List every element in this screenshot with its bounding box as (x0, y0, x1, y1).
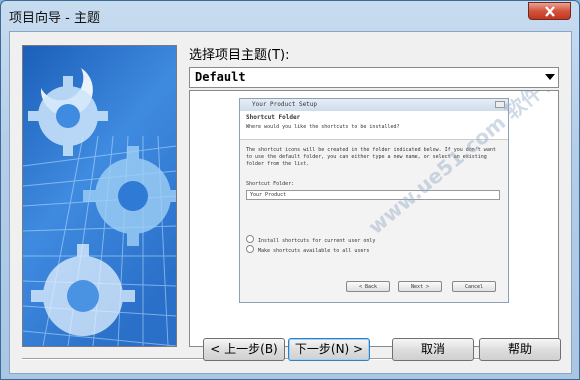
title-bar: 项目向导 - 主题 (1, 1, 579, 31)
theme-label: 选择项目主题(T): (189, 48, 290, 63)
preview-cancel-button: Cancel (452, 281, 496, 292)
theme-select[interactable]: Default (189, 67, 559, 88)
preview-folder-field: Your Product (246, 190, 500, 200)
preview-heading: Shortcut Folder (246, 114, 301, 121)
radio-icon (246, 245, 254, 253)
wizard-window: 项目向导 - 主题 选择项目主题(T): Default Your Produc… (0, 0, 580, 380)
wizard-banner-image (22, 45, 177, 347)
close-button[interactable] (528, 2, 571, 20)
preview-radio-label: Make shortcuts available to all users (258, 248, 370, 254)
window-title: 项目向导 - 主题 (9, 11, 100, 26)
close-icon (545, 6, 555, 17)
preview-title-bar: Your Product Setup (240, 99, 508, 111)
chevron-down-icon (545, 74, 555, 80)
preview-folder-value: Your Product (250, 192, 287, 198)
theme-select-value: Default (195, 70, 246, 84)
preview-radio-all-users: Make shortcuts available to all users (246, 245, 369, 254)
preview-back-button: < Back (346, 281, 390, 292)
radio-icon (246, 235, 254, 243)
preview-next-button: Next > (398, 281, 442, 292)
help-button[interactable]: 帮助 (479, 338, 561, 361)
preview-subheading: Where would you like the shortcuts to be… (246, 124, 400, 130)
preview-radio-label: Install shortcuts for current user only (258, 238, 376, 244)
theme-preview: Your Product Setup Shortcut Folder Where… (189, 90, 559, 347)
preview-window-title: Your Product Setup (252, 101, 318, 108)
cancel-button[interactable]: 取消 (392, 338, 474, 361)
preview-folder-label: Shortcut Folder: (246, 181, 295, 187)
back-button[interactable]: < 上一步(B) (203, 338, 285, 361)
next-button[interactable]: 下一步(N) > (288, 338, 370, 361)
wizard-content: 选择项目主题(T): Default Your Product Setup Sh… (9, 31, 572, 374)
preview-radio-current-user: Install shortcuts for current user only (246, 235, 375, 244)
